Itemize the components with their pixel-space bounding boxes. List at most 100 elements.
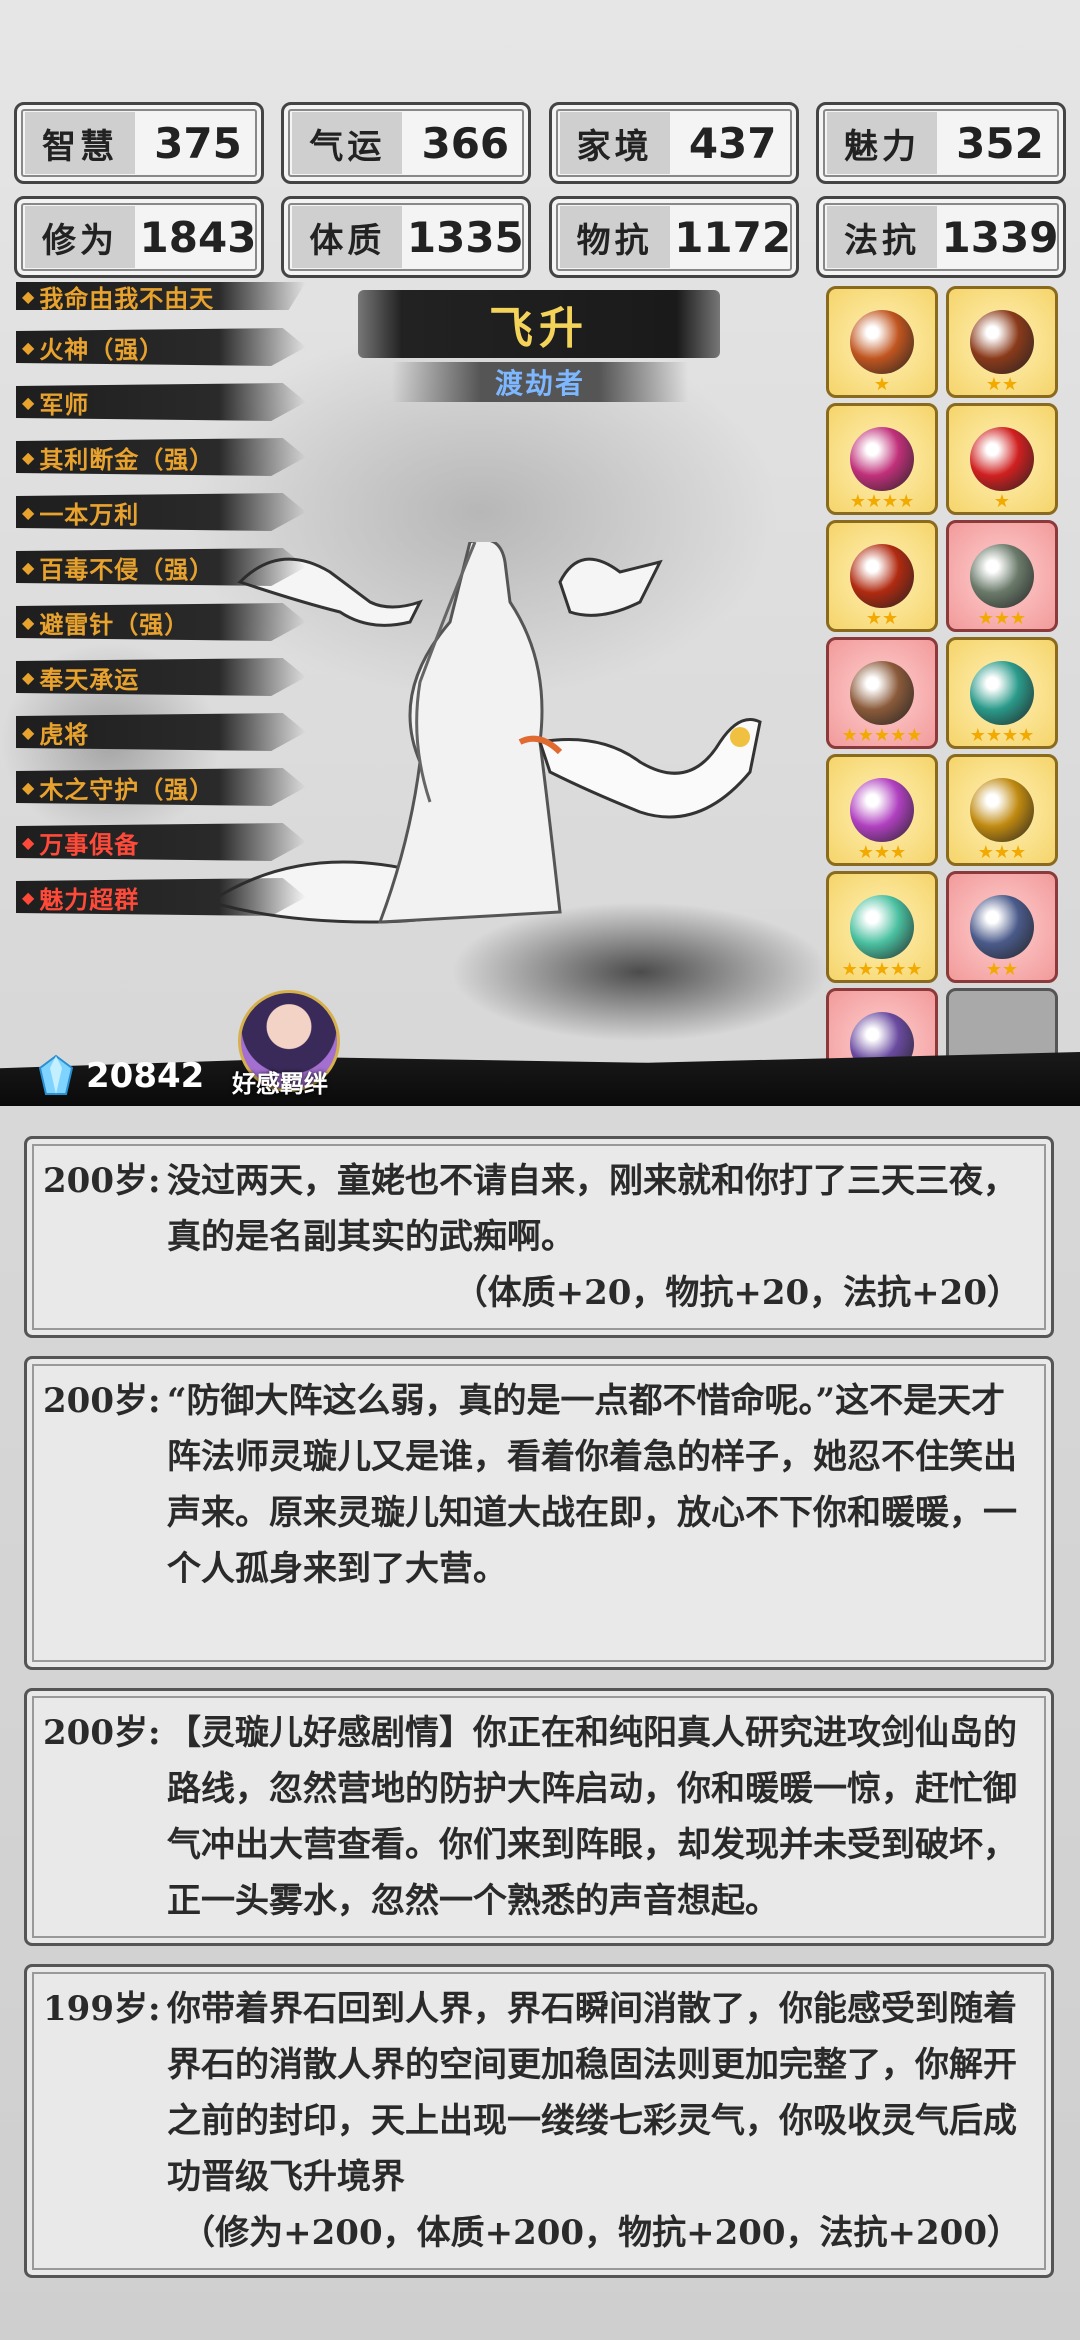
log-text: 没过两天，童姥也不请自来，刚来就和你打了三天三夜，真的是名副其实的武痴啊。: [167, 1161, 1017, 1257]
star-rating: ★★★★★: [841, 725, 923, 746]
equipment-slot[interactable]: ★★★★★: [826, 637, 938, 749]
stat-value: 375: [154, 118, 242, 168]
diamond-icon: ◆: [22, 722, 36, 742]
log-age: 200岁:: [43, 1381, 161, 1421]
trait-item[interactable]: ◆ 火神（强）: [16, 328, 306, 366]
star-rating: ★★: [985, 959, 1019, 980]
trait-label: 军师: [39, 389, 90, 419]
diamond-icon: ◆: [22, 502, 36, 522]
equipment-slot[interactable]: ★★★: [946, 754, 1058, 866]
trait-label: 奉天承运: [39, 664, 140, 694]
bronze-sword-icon: [850, 661, 914, 725]
trait-label: 虎将: [39, 719, 90, 749]
stat-cultivation: 修为 1843: [14, 196, 264, 278]
star-rating: ★★★: [857, 842, 907, 863]
trait-item[interactable]: ◆ 我命由我不由天: [16, 282, 306, 310]
stat-panel: 智慧 375 气运 366 家境 437 魅力 352 修为 1843 体质 1335 物抗…: [14, 102, 1066, 290]
trait-label: 木之守护（强）: [39, 774, 215, 804]
diamond-icon: ◆: [22, 557, 36, 577]
trait-label: 百毒不侵（强）: [39, 554, 215, 584]
trait-item[interactable]: ◆ 军师: [16, 383, 306, 421]
equipment-slot[interactable]: ★★★★: [946, 637, 1058, 749]
trait-item[interactable]: ◆ 魅力超群: [16, 878, 306, 916]
stat-charm: 魅力 352: [815, 102, 1066, 184]
diamond-icon: ◆: [22, 887, 36, 907]
pink-censer-icon: [850, 427, 914, 491]
dragon-icon: [518, 718, 762, 819]
trait-label: 一本万利: [39, 499, 140, 529]
trait-item[interactable]: ◆ 万事俱备: [16, 823, 306, 861]
equipment-slot[interactable]: ★★: [946, 286, 1058, 398]
crystal-count-value: 20842: [86, 1056, 205, 1096]
stat-wisdom: 智慧 375: [14, 102, 264, 184]
log-age: 200岁:: [43, 1713, 161, 1753]
star-rating: ★★★: [977, 842, 1027, 863]
diamond-icon: ◆: [22, 667, 36, 687]
crystal-icon: [38, 1054, 74, 1095]
log-entry: 199岁: 你带着界石回到人界，界石瞬间消散了，你能感受到随着界石的消散人界的空间…: [24, 1964, 1054, 2278]
equipment-slot[interactable]: ★★: [826, 520, 938, 632]
purple-teapot-icon: [850, 778, 914, 842]
trait-item[interactable]: ◆ 其利断金（强）: [16, 438, 306, 476]
stat-label: 智慧: [25, 112, 135, 174]
event-log[interactable]: 200岁: 没过两天，童姥也不请自来，刚来就和你打了三天三夜，真的是名副其实的武痴…: [24, 1136, 1054, 2296]
stat-value: 1172: [674, 212, 792, 262]
trait-item[interactable]: ◆ 木之守护（强）: [16, 768, 306, 806]
star-rating: ★: [993, 491, 1011, 512]
log-text: “防御大阵这么弱，真的是一点都不惜命呢。”这不是天才阵法师灵璇儿又是谁，看着你着…: [167, 1381, 1017, 1589]
halberd-icon: [970, 544, 1034, 608]
trait-item[interactable]: ◆ 一本万利: [16, 493, 306, 531]
stat-physical-resist: 物抗 1172: [548, 196, 799, 278]
equipment-slot[interactable]: ★: [826, 286, 938, 398]
stat-magic-resist: 法抗 1339: [815, 196, 1066, 278]
stat-label: 法抗: [826, 206, 937, 268]
equipment-slot[interactable]: ★: [946, 403, 1058, 515]
trait-label: 其利断金（强）: [39, 444, 215, 474]
log-entry: 200岁: 【灵璇儿好感剧情】你正在和纯阳真人研究进攻剑仙岛的路线，忽然营地的防护…: [24, 1688, 1054, 1946]
trait-label: 避雷针（强）: [39, 609, 190, 639]
stat-label: 气运: [292, 112, 403, 174]
crystal-counter: 20842: [36, 1054, 204, 1098]
equipment-slot[interactable]: ★★: [946, 871, 1058, 983]
rainbow-crystal-icon: [850, 895, 914, 959]
equipment-slot[interactable]: ★★★★: [826, 403, 938, 515]
trait-item[interactable]: ◆ 虎将: [16, 713, 306, 751]
stat-label: 体质: [292, 206, 403, 268]
stat-label: 物抗: [559, 206, 670, 268]
equipment-slot[interactable]: ★★★: [946, 520, 1058, 632]
diamond-icon: ◆: [22, 777, 36, 797]
star-rating: ★★: [865, 608, 899, 629]
log-age: 199岁:: [43, 1989, 161, 2029]
equipment-slot[interactable]: ★★★★★: [826, 871, 938, 983]
trait-item[interactable]: ◆ 百毒不侵（强）: [16, 548, 306, 586]
gold-ring-icon: [970, 778, 1034, 842]
log-effect: （体质+20，物抗+20，法抗+20）: [453, 1273, 1021, 1313]
log-age: 200岁:: [43, 1161, 161, 1201]
trait-item[interactable]: ◆ 奉天承运: [16, 658, 306, 696]
star-rating: ★★★★★: [841, 959, 923, 980]
affection-button[interactable]: 好感羁绊: [232, 1064, 328, 1099]
star-rating: ★: [873, 374, 891, 395]
stat-label: 修为: [25, 206, 135, 268]
equipment-slot[interactable]: ★★★: [826, 754, 938, 866]
diamond-icon: ◆: [22, 447, 36, 467]
diamond-icon: ◆: [22, 392, 36, 412]
log-text: 【灵璇儿好感剧情】你正在和纯阳真人研究进攻剑仙岛的路线，忽然营地的防护大阵启动，…: [167, 1713, 1017, 1921]
bronze-cauldron-icon: [850, 310, 914, 374]
diamond-icon: ◆: [22, 337, 36, 357]
star-rating: ★★★: [977, 608, 1027, 629]
trait-label: 万事俱备: [39, 829, 140, 859]
stat-value: 437: [688, 118, 777, 168]
stat-value: 366: [421, 118, 510, 168]
trait-list: ◆ 我命由我不由天 ◆ 火神（强） ◆ 军师 ◆ 其利断金（强） ◆ 一本万利 ◆ 百毒不侵…: [16, 282, 306, 933]
stat-constitution: 体质 1335: [281, 196, 532, 278]
fire-orb-icon: [970, 427, 1034, 491]
log-text: 你带着界石回到人界，界石瞬间消散了，你能感受到随着界石的消散人界的空间更加稳固法…: [167, 1989, 1017, 2197]
realm-title: 飞升: [358, 290, 720, 358]
stat-row: 修为 1843 体质 1335 物抗 1172 法抗 1339: [14, 196, 1066, 278]
stat-luck: 气运 366: [281, 102, 532, 184]
trait-item[interactable]: ◆ 避雷针（强）: [16, 603, 306, 641]
jade-sword-icon: [970, 661, 1034, 725]
diamond-icon: ◆: [22, 286, 36, 306]
war-fan-icon: [970, 310, 1034, 374]
